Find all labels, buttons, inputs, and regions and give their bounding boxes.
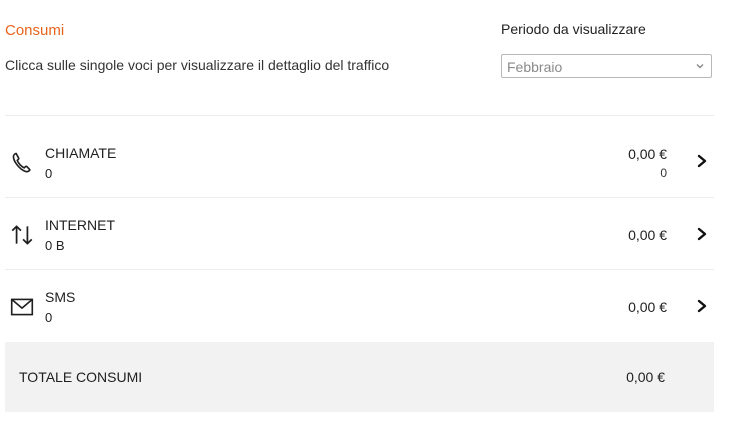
usage-row-amount: 0,00 € — [628, 227, 667, 243]
usage-row-label: SMS — [45, 289, 76, 305]
usage-row-quantity: 0 — [45, 310, 53, 325]
period-select-value: Febbraio — [507, 59, 563, 75]
chevron-right-icon[interactable] — [696, 299, 708, 313]
envelope-icon — [10, 298, 34, 316]
usage-row-label: INTERNET — [45, 217, 115, 233]
period-label: Periodo da visualizzare — [501, 21, 646, 37]
consumi-title: Consumi — [5, 22, 65, 39]
phone-icon — [12, 152, 31, 173]
usage-row-quantity: 0 B — [45, 238, 65, 253]
consumi-subtitle: Clicca sulle singole voci per visualizza… — [5, 57, 390, 73]
divider — [5, 269, 714, 270]
period-select[interactable]: Febbraio — [501, 54, 712, 78]
usage-row-label: CHIAMATE — [45, 145, 117, 161]
usage-row-chiamate[interactable]: CHIAMATE 0 0,00 € 0 — [5, 128, 714, 198]
total-amount: 0,00 € — [626, 369, 665, 385]
divider — [5, 115, 714, 116]
usage-row-quantity: 0 — [45, 166, 53, 181]
chevron-right-icon[interactable] — [696, 227, 708, 241]
usage-row-amount: 0,00 € — [628, 146, 667, 162]
divider — [5, 197, 714, 198]
chevron-down-icon — [696, 64, 704, 69]
total-consumi-row: TOTALE CONSUMI 0,00 € — [5, 342, 714, 412]
data-transfer-icon — [11, 225, 33, 245]
usage-row-internet[interactable]: INTERNET 0 B 0,00 € — [5, 200, 714, 270]
usage-row-sub-value: 0 — [660, 166, 667, 180]
chevron-right-icon[interactable] — [696, 154, 708, 168]
total-label: TOTALE CONSUMI — [19, 369, 143, 385]
usage-row-sms[interactable]: SMS 0 0,00 € — [5, 272, 714, 342]
usage-row-amount: 0,00 € — [628, 299, 667, 315]
